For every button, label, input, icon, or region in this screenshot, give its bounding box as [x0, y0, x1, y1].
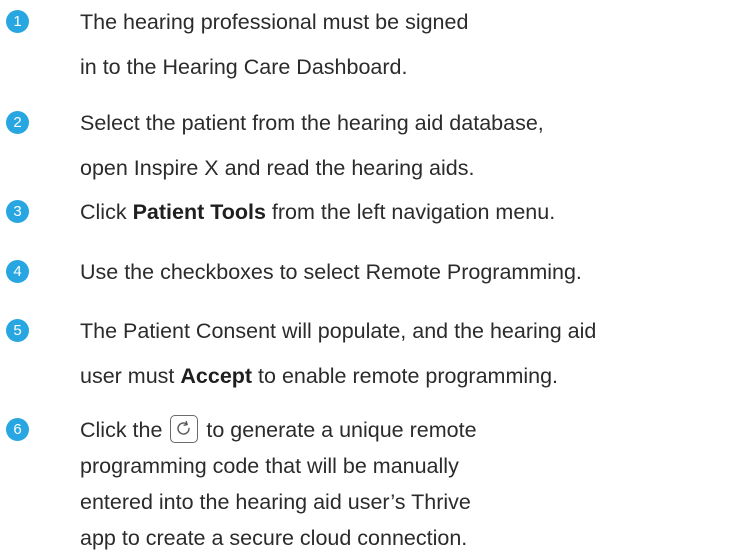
step-number-badge: 5 — [6, 319, 29, 342]
step-text: Select the patient from the hearing aid … — [80, 105, 544, 186]
step-text: The Patient Consent will populate, and t… — [80, 313, 596, 394]
step-line: programming code that will be manually — [80, 454, 459, 478]
step-number-badge: 4 — [6, 260, 29, 283]
step-line: open Inspire X and read the hearing aids… — [80, 156, 475, 180]
step-text: Use the checkboxes to select Remote Prog… — [80, 254, 582, 290]
refresh-button-illustration — [170, 415, 199, 443]
step-line: The Patient Consent will populate, and t… — [80, 319, 597, 343]
step-text: Click the to generate a unique remote pr… — [80, 412, 477, 556]
step-text-post: to generate a unique remote — [200, 418, 477, 442]
accept-label: Accept — [180, 364, 253, 388]
step-text-post: from the left navigation menu. — [265, 200, 556, 224]
step-text: Click Patient Tools from the left naviga… — [80, 194, 555, 230]
step-number-badge: 3 — [6, 200, 29, 223]
refresh-icon — [177, 420, 191, 435]
step-line: Click the to generate a unique remote — [80, 412, 477, 448]
step-text-pre: Click the — [80, 418, 169, 442]
step-text-pre: user must — [80, 364, 181, 388]
step-number-badge: 1 — [6, 10, 29, 33]
step-number-badge: 6 — [6, 418, 29, 441]
step-line: The hearing professional must be signed — [80, 10, 469, 34]
patient-tools-label: Patient Tools — [132, 200, 266, 224]
step-text-post: to enable remote programming. — [252, 364, 559, 388]
step-line: Use the checkboxes to select Remote Prog… — [80, 260, 582, 284]
step-line: entered into the hearing aid user’s Thri… — [80, 490, 471, 514]
step-line: Select the patient from the hearing aid … — [80, 111, 544, 135]
step-line: in to the Hearing Care Dashboard. — [80, 55, 408, 79]
step-text-pre: Click — [80, 200, 133, 224]
step-line: user must Accept to enable remote progra… — [80, 358, 596, 394]
step-number-badge: 2 — [6, 111, 29, 134]
step-text: The hearing professional must be signed … — [80, 4, 468, 85]
